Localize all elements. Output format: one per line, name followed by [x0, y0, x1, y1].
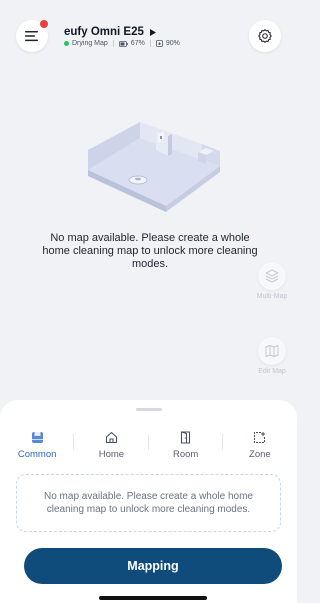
settings-button[interactable] — [249, 20, 281, 52]
edit-map-label: Edit Map — [258, 368, 286, 375]
status-dot — [64, 41, 69, 46]
notification-dot — [40, 20, 48, 28]
device-header[interactable]: eufy Omni E25 Drying Map 67% 90% — [64, 26, 180, 47]
zone-icon — [254, 431, 266, 444]
no-map-info-text: No map available. Please create a whole … — [43, 491, 253, 515]
bottom-sheet: Common Home Room Zone No map available. … — [0, 400, 297, 603]
sheet-grabber[interactable] — [136, 408, 162, 411]
tab-common[interactable]: Common — [0, 430, 75, 464]
status-mode: Drying Map — [72, 40, 108, 47]
edit-map-icon-wrap — [258, 337, 286, 365]
tab-home[interactable]: Home — [74, 430, 149, 464]
mapping-button[interactable]: Mapping — [24, 548, 282, 584]
hamburger-menu-icon — [25, 31, 38, 42]
no-map-info-box: No map available. Please create a whole … — [16, 474, 281, 532]
common-icon — [31, 432, 43, 443]
tab-room[interactable]: Room — [149, 430, 223, 464]
tab-common-label: Common — [17, 449, 57, 460]
room-door-icon — [181, 431, 191, 444]
edit-map-button[interactable]: Edit Map — [255, 337, 289, 376]
tab-zone[interactable]: Zone — [223, 430, 297, 464]
tab-room-label: Room — [172, 449, 199, 460]
play-arrow-icon — [149, 28, 156, 36]
no-map-message: No map available. Please create a whole … — [42, 232, 258, 270]
device-name: eufy Omni E25 — [64, 26, 144, 38]
empty-map-illustration — [88, 122, 220, 212]
home-icon — [105, 431, 117, 444]
cleaning-mode-tabs: Common Home Room Zone — [0, 430, 297, 464]
gear-icon — [258, 29, 272, 43]
layers-icon — [265, 269, 279, 283]
map-edit-icon — [265, 345, 279, 357]
device-status-row: Drying Map 67% 90% — [64, 40, 180, 47]
tab-home-label: Home — [98, 449, 125, 460]
battery-icon — [118, 40, 128, 47]
tab-zone-label: Zone — [249, 449, 271, 460]
multi-map-label: Multi-Map — [256, 293, 288, 300]
status-separator — [112, 40, 114, 47]
home-indicator — [99, 596, 207, 600]
menu-button[interactable] — [16, 20, 48, 52]
water-level: 90% — [165, 40, 180, 47]
multi-map-button[interactable]: Multi-Map — [255, 262, 289, 301]
battery-level: 67% — [130, 40, 145, 47]
multi-map-icon-wrap — [258, 262, 286, 290]
water-tank-icon — [155, 40, 163, 47]
status-separator — [149, 40, 151, 47]
